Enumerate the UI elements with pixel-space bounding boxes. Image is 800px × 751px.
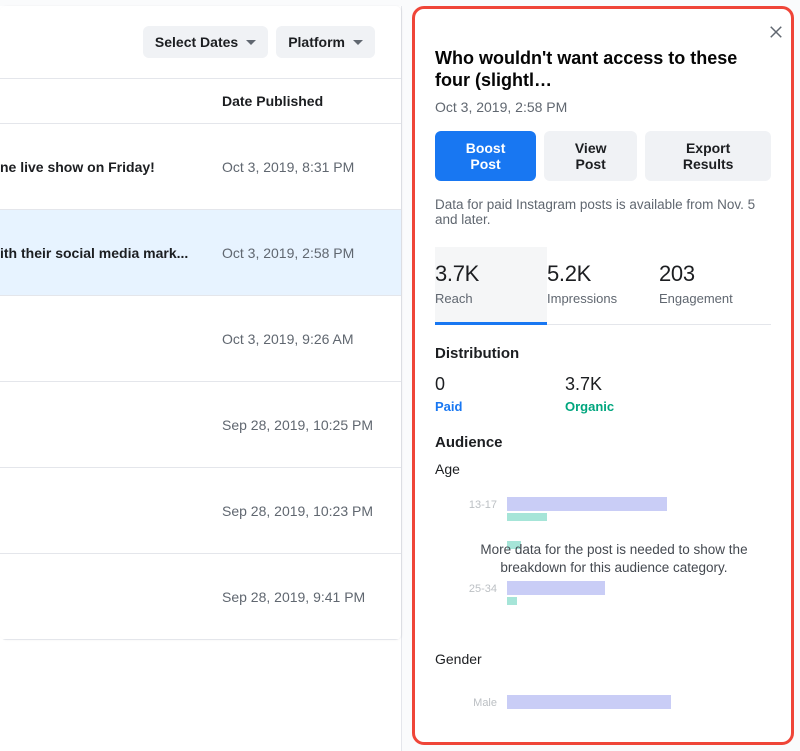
paid-label: Paid: [435, 399, 565, 414]
age-bucket-label: 13-17: [435, 497, 507, 511]
metric-label: Engagement: [659, 291, 771, 306]
metric-value: 203: [659, 261, 771, 287]
export-results-button[interactable]: Export Results: [645, 131, 771, 181]
metric-tab-engagement[interactable]: 203 Engagement: [659, 247, 771, 324]
table-row[interactable]: Oct 3, 2019, 9:26 AM: [0, 296, 401, 382]
distribution-heading: Distribution: [435, 345, 771, 362]
metric-label: Impressions: [547, 291, 659, 306]
audience-data-needed-message: More data for the post is needed to show…: [457, 541, 771, 577]
age-label: Age: [435, 461, 771, 477]
table-row[interactable]: Sep 28, 2019, 10:23 PM: [0, 468, 401, 554]
filter-bar: Select Dates Platform: [0, 6, 401, 78]
date-published-cell: Oct 3, 2019, 8:31 PM: [222, 159, 354, 175]
metric-tabs: 3.7K Reach5.2K Impressions203 Engagement: [435, 247, 771, 325]
age-bucket-label: 25-34: [435, 581, 507, 595]
bar-series-1: [507, 695, 671, 709]
post-title: Who wouldn't want access to these four (…: [435, 47, 771, 91]
platform-label: Platform: [288, 34, 345, 50]
audience-heading: Audience: [435, 434, 771, 451]
metric-value: 5.2K: [547, 261, 659, 287]
date-published-cell: Oct 3, 2019, 2:58 PM: [222, 245, 354, 261]
post-title-cell: ne live show on Friday!: [0, 159, 222, 175]
chevron-down-icon: [246, 40, 256, 45]
gender-chart: Male: [435, 695, 771, 709]
select-dates-dropdown[interactable]: Select Dates: [143, 26, 268, 58]
bar-series-1: [507, 581, 605, 595]
metric-value: 3.7K: [435, 261, 547, 287]
date-published-cell: Sep 28, 2019, 9:41 PM: [222, 589, 365, 605]
date-published-cell: Sep 28, 2019, 10:25 PM: [222, 417, 373, 433]
date-published-cell: Sep 28, 2019, 10:23 PM: [222, 503, 373, 519]
age-bar-row: 13-17: [435, 497, 771, 539]
bar-series-2: [507, 597, 517, 605]
metric-tab-impressions[interactable]: 5.2K Impressions: [547, 247, 659, 324]
organic-label: Organic: [565, 399, 695, 414]
gender-bar-row: Male: [435, 695, 771, 709]
paid-value: 0: [435, 374, 565, 395]
table-row[interactable]: Sep 28, 2019, 9:41 PM: [0, 554, 401, 640]
metric-label: Reach: [435, 291, 547, 306]
select-dates-label: Select Dates: [155, 34, 238, 50]
bar-series-1: [507, 497, 667, 511]
gender-label: Gender: [435, 651, 771, 667]
view-post-button[interactable]: View Post: [544, 131, 637, 181]
date-published-cell: Oct 3, 2019, 9:26 AM: [222, 331, 354, 347]
age-bar-row: 25-34: [435, 581, 771, 623]
post-title-cell: ith their social media mark...: [0, 245, 222, 261]
column-header-date-published: Date Published: [0, 78, 401, 124]
boost-post-button[interactable]: Boost Post: [435, 131, 536, 181]
post-detail-panel: Who wouldn't want access to these four (…: [412, 6, 794, 745]
platform-dropdown[interactable]: Platform: [276, 26, 375, 58]
age-chart: 13-17 25-34 More data for the post is nee…: [435, 497, 771, 637]
organic-value: 3.7K: [565, 374, 695, 395]
bar-series-2: [507, 513, 547, 521]
data-availability-note: Data for paid Instagram posts is availab…: [435, 197, 771, 227]
table-row[interactable]: ith their social media mark...Oct 3, 201…: [0, 210, 401, 296]
table-row[interactable]: Sep 28, 2019, 10:25 PM: [0, 382, 401, 468]
chevron-down-icon: [353, 40, 363, 45]
gender-bucket-label: Male: [435, 695, 507, 709]
table-row[interactable]: ne live show on Friday!Oct 3, 2019, 8:31…: [0, 124, 401, 210]
metric-tab-reach[interactable]: 3.7K Reach: [435, 247, 547, 324]
post-timestamp: Oct 3, 2019, 2:58 PM: [435, 99, 771, 115]
close-icon[interactable]: [767, 23, 785, 41]
